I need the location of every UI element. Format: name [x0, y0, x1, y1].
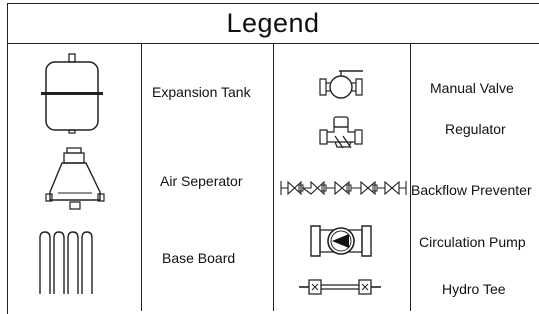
expansion-tank-icon	[41, 52, 103, 134]
hydro-tee-icon	[297, 277, 383, 297]
regulator-icon	[319, 114, 365, 150]
label-backflow-preventer: Backflow Preventer	[411, 182, 532, 198]
circulation-pump-icon	[310, 220, 372, 260]
air-separator-icon	[44, 146, 106, 214]
legend-title: Legend	[7, 3, 539, 44]
label-expansion-tank: Expansion Tank	[152, 84, 251, 100]
backflow-preventer-icon	[279, 177, 409, 199]
label-regulator: Regulator	[445, 121, 506, 137]
label-manual-valve: Manual Valve	[430, 80, 514, 96]
label-air-separator: Air Seperator	[160, 173, 243, 189]
label-hydro-tee: Hydro Tee	[442, 281, 506, 297]
label-baseboard: Base Board	[162, 250, 236, 266]
baseboard-icon	[38, 230, 98, 298]
label-circulation-pump: Circulation Pump	[419, 234, 526, 250]
column-divider-1	[141, 43, 142, 311]
column-divider-2	[273, 43, 274, 311]
manual-valve-icon	[319, 66, 365, 102]
column-divider-3	[410, 43, 411, 311]
